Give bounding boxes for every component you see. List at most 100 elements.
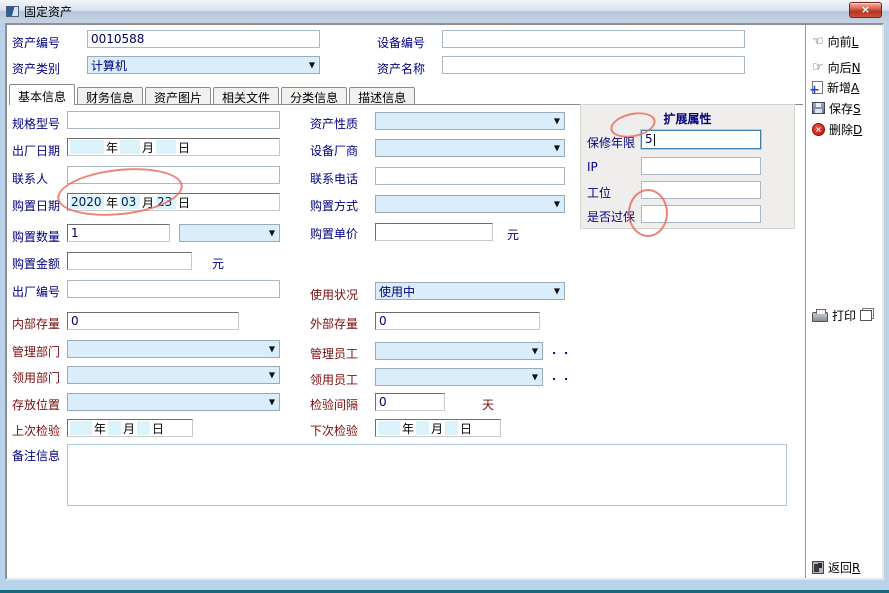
titlebar: 固定资产 × xyxy=(0,0,889,23)
purchase-method-combo[interactable]: ▼ xyxy=(375,195,565,213)
floppy-disk-icon xyxy=(812,102,825,114)
mfg-year-segment xyxy=(70,140,104,154)
tab-asset-pictures[interactable]: 资产图片 xyxy=(145,87,211,104)
external-stock-input[interactable] xyxy=(375,312,540,330)
tab-basic-info[interactable]: 基本信息 xyxy=(9,84,75,105)
mfg-date-label: 出厂日期 xyxy=(12,142,60,159)
annotation-circle-out-of-warranty xyxy=(628,189,668,237)
unit-price-input[interactable] xyxy=(375,223,493,241)
use-staff-browse-button[interactable]: . . xyxy=(552,370,570,383)
tab-description-info[interactable]: 描述信息 xyxy=(349,87,415,104)
check-interval-input[interactable] xyxy=(375,393,445,411)
purchase-qty-unit-combo[interactable]: ▼ xyxy=(179,224,280,242)
use-staff-label: 领用员工 xyxy=(310,371,358,388)
manufacturer-combo[interactable]: ▼ xyxy=(375,139,565,157)
check-interval-unit: 天 xyxy=(482,396,494,413)
form-body: 资产编号 设备编号 资产类别 计算机 ▼ 资产名称 基本信息 财务信息 资产图片… xyxy=(5,23,884,580)
phone-label: 联系电话 xyxy=(310,170,358,187)
use-staff-combo[interactable]: ▼ xyxy=(375,368,543,386)
asset-category-combo[interactable]: 计算机 ▼ xyxy=(87,56,320,74)
exit-door-icon xyxy=(812,561,824,574)
next-button-label: 向后 xyxy=(828,61,852,75)
add-button[interactable]: 新增A xyxy=(812,79,886,95)
delete-button[interactable]: × 删除D xyxy=(812,121,886,137)
mgmt-staff-combo[interactable]: ▼ xyxy=(375,342,543,360)
back-access-key: R xyxy=(852,561,860,575)
internal-stock-input[interactable] xyxy=(67,312,239,330)
next-access-key: N xyxy=(852,61,861,75)
mfg-date-field[interactable]: 年 月 日 xyxy=(67,138,280,156)
asset-nature-combo[interactable]: ▼ xyxy=(375,112,565,130)
mgmt-dept-combo[interactable]: ▼ xyxy=(67,340,280,358)
check-interval-label: 检验间隔 xyxy=(310,396,358,413)
mgmt-staff-browse-button[interactable]: . . xyxy=(552,344,570,357)
purchase-date-label: 购置日期 xyxy=(12,197,60,214)
asset-category-label: 资产类别 xyxy=(12,60,60,77)
tab-financial-info[interactable]: 财务信息 xyxy=(77,87,143,104)
factory-no-input[interactable] xyxy=(67,280,280,298)
chevron-down-icon: ▼ xyxy=(554,287,560,296)
app-icon xyxy=(6,6,19,17)
asset-name-input[interactable] xyxy=(442,56,745,74)
purchase-amount-input[interactable] xyxy=(67,252,192,270)
chevron-down-icon: ▼ xyxy=(269,229,275,238)
text-cursor xyxy=(654,134,655,146)
asset-name-label: 资产名称 xyxy=(377,60,425,77)
back-button[interactable]: 返回R xyxy=(812,559,886,575)
asset-nature-label: 资产性质 xyxy=(310,115,358,132)
location-label: 存放位置 xyxy=(12,396,60,413)
add-access-key: A xyxy=(851,81,859,95)
print-button[interactable]: 打印 xyxy=(812,307,886,323)
next-check-day-segment xyxy=(445,421,458,435)
ip-input[interactable] xyxy=(641,157,761,175)
delete-access-key: D xyxy=(853,123,862,137)
ip-label: IP xyxy=(587,160,598,174)
last-check-day-segment xyxy=(137,421,150,435)
save-button-label: 保存 xyxy=(829,102,853,116)
purchase-qty-label: 购置数量 xyxy=(12,228,60,245)
phone-input[interactable] xyxy=(375,167,565,185)
asset-no-input[interactable] xyxy=(87,30,320,48)
use-dept-combo[interactable]: ▼ xyxy=(67,366,280,384)
chevron-down-icon: ▼ xyxy=(269,345,275,354)
external-stock-label: 外部存量 xyxy=(310,315,358,332)
device-no-input[interactable] xyxy=(442,30,745,48)
prev-button[interactable]: ☜ 向前L xyxy=(812,33,886,49)
asset-no-label: 资产编号 xyxy=(12,34,60,51)
last-check-label: 上次检验 xyxy=(12,422,60,439)
usage-status-combo[interactable]: 使用中 ▼ xyxy=(375,282,565,300)
tab-related-files[interactable]: 相关文件 xyxy=(213,87,279,104)
year-unit: 年 xyxy=(402,420,414,437)
day-unit: 日 xyxy=(460,420,472,437)
hand-left-icon: ☜ xyxy=(812,35,824,48)
last-check-field[interactable]: 年 月 日 xyxy=(67,419,193,437)
remarks-textarea[interactable] xyxy=(67,444,787,506)
mgmt-staff-label: 管理员工 xyxy=(310,345,358,362)
chevron-down-icon: ▼ xyxy=(554,144,560,153)
tab-classification-info[interactable]: 分类信息 xyxy=(281,87,347,104)
month-unit: 月 xyxy=(123,420,135,437)
purchase-qty-input[interactable] xyxy=(67,224,170,242)
spec-input[interactable] xyxy=(67,111,280,129)
new-document-icon xyxy=(812,81,823,94)
purchase-amount-unit: 元 xyxy=(212,255,224,272)
mfg-month-segment xyxy=(120,140,140,154)
last-check-year-segment xyxy=(70,421,92,435)
next-check-field[interactable]: 年 月 日 xyxy=(375,419,501,437)
next-button[interactable]: ☞ 向后N xyxy=(812,59,886,75)
factory-no-label: 出厂编号 xyxy=(12,283,60,300)
day-unit: 日 xyxy=(178,194,190,211)
location-combo[interactable]: ▼ xyxy=(67,393,280,411)
save-button[interactable]: 保存S xyxy=(812,100,886,116)
chevron-down-icon: ▼ xyxy=(269,398,275,407)
chevron-down-icon: ▼ xyxy=(309,61,315,70)
warranty-value: 5 xyxy=(645,132,653,146)
purchase-method-label: 购置方式 xyxy=(310,197,358,214)
tab-bar: 基本信息 财务信息 资产图片 相关文件 分类信息 描述信息 xyxy=(9,84,803,105)
warranty-input[interactable]: 5 xyxy=(641,130,761,149)
chevron-down-icon: ▼ xyxy=(554,117,560,126)
chevron-down-icon: ▼ xyxy=(554,200,560,209)
hand-right-icon: ☞ xyxy=(812,61,824,74)
unit-price-label: 购置单价 xyxy=(310,225,358,242)
close-button[interactable]: × xyxy=(849,2,882,18)
